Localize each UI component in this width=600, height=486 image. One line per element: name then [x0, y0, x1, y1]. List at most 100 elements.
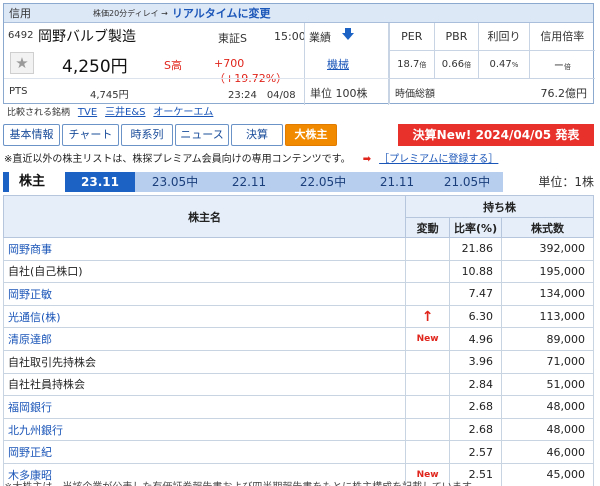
holding-ratio: 6.30 [449, 304, 503, 329]
holding-change [405, 372, 451, 397]
share-count: 392,000 [501, 237, 594, 261]
pts-time: 23:24 04/08 [228, 90, 296, 101]
shareholder-name[interactable]: 光通信(株) [2, 304, 407, 329]
shareholder-name: 自社(自己株口) [2, 259, 407, 284]
holding-ratio: 4.96 [449, 327, 503, 351]
premium-notice: ※直近以外の株主リストは、株探プレミアム会員向けの専用コンテンツです。 ➡ ［プレミ… [4, 152, 596, 168]
period-23-11[interactable]: 23.11 [65, 172, 135, 192]
per-value: 18.7倍 [390, 50, 435, 79]
arrow-right-icon: ➡ [362, 154, 372, 165]
holding-change: New [405, 327, 451, 351]
pts-label: PTS [9, 86, 28, 97]
share-unit: 単位：1株 [538, 175, 594, 189]
stock-quote-panel: 信用 株価20分ディレイ → リアルタイムに変更 6492 岡野バルブ製造 東証… [3, 3, 595, 105]
yield-value: 0.47% [478, 50, 530, 79]
share-count: 46,000 [501, 440, 594, 464]
shareholder-name[interactable]: 岡野商事 [2, 237, 407, 261]
market-cap-value: 76.2億円 [540, 87, 588, 100]
header-change: 変動 [405, 217, 451, 238]
holding-ratio: 7.47 [449, 282, 503, 306]
holding-change [405, 237, 451, 261]
period-21-11[interactable]: 21.11 [363, 172, 431, 192]
shareholder-name: 自社取引先持株会 [2, 349, 407, 374]
share-count: 71,000 [501, 349, 594, 374]
star-icon[interactable]: ★ [10, 52, 34, 74]
header-holdings: 持ち株 [405, 195, 594, 218]
quote-time: 15:00 [274, 30, 306, 43]
table-row: 清原達郎 New 4.96 89,000 [2, 327, 594, 351]
arrow-down-icon [341, 27, 355, 44]
holding-change [405, 259, 451, 284]
shareholder-table: 株主名 持ち株 変動 比率(%) 株式数 岡野商事 21.86 392,000 自社(… [2, 195, 594, 486]
holding-change [405, 417, 451, 442]
sector-link[interactable]: 機械 [327, 56, 349, 72]
holding-ratio: 10.88 [449, 259, 503, 284]
premium-register-link[interactable]: ［プレミアムに登録する］ [379, 154, 498, 165]
share-count: 134,000 [501, 282, 594, 306]
share-count: 195,000 [501, 259, 594, 284]
shareholder-name[interactable]: 北九州銀行 [2, 417, 407, 442]
tab-basic-info[interactable]: 基本情報 [3, 124, 60, 146]
market-label: 東証S [218, 32, 247, 45]
period-22-11[interactable]: 22.11 [215, 172, 283, 192]
holding-ratio: 21.86 [449, 237, 503, 261]
related-link-mitsui-es[interactable]: 三井E&S [105, 107, 145, 118]
period-23-05[interactable]: 23.05中 [135, 172, 215, 192]
share-count: 48,000 [501, 417, 594, 442]
shareholder-name[interactable]: 清原達郎 [2, 327, 407, 351]
margin-ratio-value: ー倍 [529, 50, 595, 79]
period-label: 株主 [3, 172, 65, 192]
shareholder-name[interactable]: 福岡銀行 [2, 395, 407, 419]
table-row: 岡野正敏 7.47 134,000 [2, 282, 594, 306]
holding-ratio: 2.84 [449, 372, 503, 397]
header-shares: 株式数 [501, 217, 594, 238]
holding-change [405, 349, 451, 374]
holding-change [405, 440, 451, 464]
table-row: 光通信(株) ↑ 6.30 113,000 [2, 304, 594, 329]
unit-cell: 単位 100株 [304, 79, 389, 105]
pbr-header: PBR [434, 23, 480, 51]
indicators-panel: PER PBR 利回り 信用倍率 18.7倍 0.66倍 0.47% ー倍 時価… [389, 23, 595, 104]
period-selector: 株主 23.11 23.05中 22.11 22.05中 21.11 21.05… [3, 172, 594, 192]
table-row: 自社取引先持株会 3.96 71,000 [2, 349, 594, 374]
period-21-05[interactable]: 21.05中 [431, 172, 503, 192]
tab-major-shareholders[interactable]: 大株主 [285, 124, 337, 146]
header-ratio: 比率(%) [449, 217, 503, 238]
shareholder-name[interactable]: 岡野正敏 [2, 282, 407, 306]
earnings-banner[interactable]: 決算New! 2024/04/05 発表 [398, 124, 594, 146]
share-count: 48,000 [501, 395, 594, 419]
tab-news[interactable]: ニュース [175, 124, 229, 146]
pts-price: 4,745円 [90, 90, 129, 101]
up-arrow-icon: ↑ [405, 304, 451, 329]
share-count: 51,000 [501, 372, 594, 397]
tab-timeseries[interactable]: 時系列 [121, 124, 173, 146]
realtime-link[interactable]: リアルタイムに変更 [172, 5, 271, 21]
footer-note: ※大株主は、当該企業が公表した有価証券報告書および四半期報告書をもとに株主構成を… [4, 478, 596, 486]
table-row: 岡野商事 21.86 392,000 [2, 237, 594, 261]
share-count: 89,000 [501, 327, 594, 351]
tab-chart[interactable]: チャート [62, 124, 119, 146]
stop-high-label: S高 [164, 59, 182, 72]
related-stocks: 比較される銘柄 TVE 三井E&S オーケーエム [3, 104, 594, 122]
holding-ratio: 3.96 [449, 349, 503, 374]
holding-ratio: 2.68 [449, 395, 503, 419]
stock-code: 6492 [8, 30, 34, 41]
header-shareholder-name: 株主名 [2, 195, 407, 238]
period-strip: 23.11 23.05中 22.11 22.05中 21.11 21.05中 [65, 172, 503, 192]
related-link-tve[interactable]: TVE [78, 107, 97, 118]
indicator-table: PER PBR 利回り 信用倍率 18.7倍 0.66倍 0.47% ー倍 [390, 23, 595, 79]
delay-note: 株価20分ディレイ → [93, 8, 168, 18]
performance-label: 業績 [309, 31, 331, 44]
quote-header: 信用 株価20分ディレイ → リアルタイムに変更 [4, 4, 593, 23]
table-row: 福岡銀行 2.68 48,000 [2, 395, 594, 419]
credit-label: 信用 [9, 7, 31, 20]
related-link-okm[interactable]: オーケーエム [153, 107, 213, 118]
company-name: 岡野バルブ製造 [38, 29, 136, 45]
tab-earnings[interactable]: 決算 [231, 124, 283, 146]
table-row: 岡野正紀 2.57 46,000 [2, 440, 594, 464]
table-row: 自社(自己株口) 10.88 195,000 [2, 259, 594, 284]
shareholder-name[interactable]: 岡野正紀 [2, 440, 407, 464]
period-22-05[interactable]: 22.05中 [283, 172, 363, 192]
notice-text: ※直近以外の株主リストは、株探プレミアム会員向けの専用コンテンツです。 [4, 154, 351, 165]
market-cap: 時価総額 76.2億円 [390, 78, 595, 104]
